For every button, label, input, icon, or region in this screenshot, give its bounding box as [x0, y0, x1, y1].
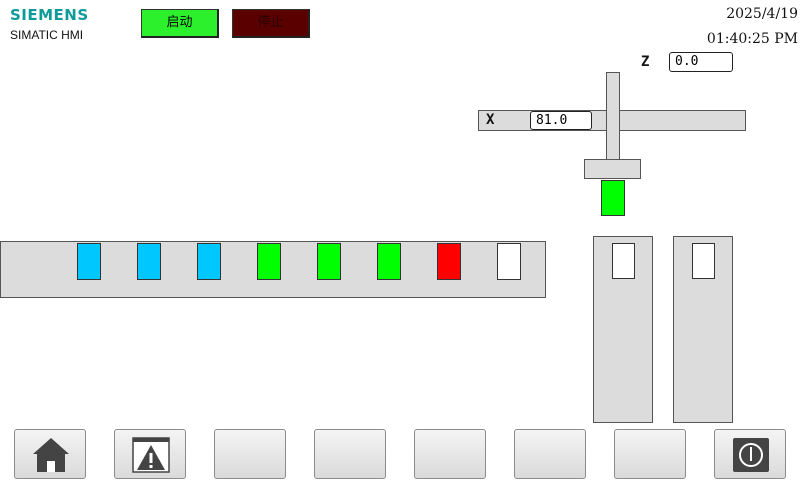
home-icon [33, 438, 69, 472]
start-button[interactable]: 启动 [141, 9, 219, 38]
bin-2-slot [692, 243, 715, 279]
conveyor-item [437, 243, 461, 280]
z-axis-label: Z [641, 54, 650, 70]
conveyor-item [257, 243, 281, 280]
nav-button-4[interactable] [314, 429, 386, 479]
conveyor-item [377, 243, 401, 280]
home-button[interactable] [14, 429, 86, 479]
power-icon [733, 438, 769, 472]
time-display: 01:40:25 PM [706, 31, 798, 47]
conveyor-item [137, 243, 161, 280]
nav-button-5[interactable] [414, 429, 486, 479]
conveyor-item [317, 243, 341, 280]
warning-icon [132, 437, 170, 473]
conveyor-item [77, 243, 101, 280]
nav-button-6[interactable] [514, 429, 586, 479]
bin-1-slot [612, 243, 635, 279]
alarms-button[interactable] [114, 429, 186, 479]
gripper-head [584, 159, 641, 179]
nav-button-7[interactable] [614, 429, 686, 479]
x-position-field[interactable]: 81.0 [530, 111, 592, 130]
z-position-field[interactable]: 0.0 [669, 52, 733, 72]
siemens-logo: SIEMENS [10, 6, 89, 24]
stop-button[interactable]: 停止 [232, 9, 310, 38]
conveyor-item [197, 243, 221, 280]
nav-button-3[interactable] [214, 429, 286, 479]
simatic-hmi-label: SIMATIC HMI [10, 28, 84, 42]
date-display: 2025/4/19 [726, 6, 798, 22]
gripped-item [601, 180, 625, 216]
power-button[interactable] [714, 429, 786, 479]
conveyor-item [497, 243, 521, 280]
z-axis-column [606, 72, 620, 161]
x-axis-label: X [486, 112, 495, 128]
